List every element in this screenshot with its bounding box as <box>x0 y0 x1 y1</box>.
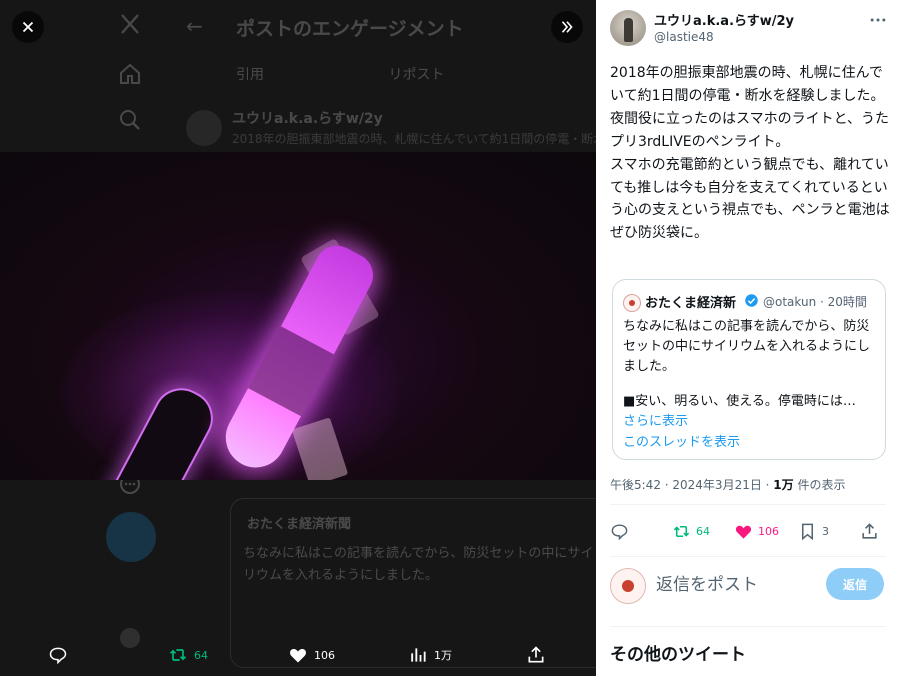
bg-author-name: ユウリa.k.a.らすw/2y <box>232 111 383 127</box>
divider <box>610 626 886 627</box>
more-options-icon[interactable] <box>868 10 888 30</box>
double-chevron-right-icon <box>561 21 573 33</box>
close-button[interactable] <box>12 11 44 43</box>
reply-submit-button[interactable]: 返信 <box>826 568 884 600</box>
quote-preview: ■安い、明るい、使える。停電時には… <box>623 394 856 409</box>
viewer-action-bar: 64 106 1万 <box>0 640 596 670</box>
divider <box>610 556 886 557</box>
quote-avatar <box>623 294 641 312</box>
bg-author-text: 2018年の胆振東部地震の時、札幌に住んでいて約1日間の停電・断水を経験 <box>232 132 596 146</box>
retweet-icon <box>169 649 187 661</box>
viewer-retweet-button[interactable]: 64 <box>168 640 208 670</box>
reply-button[interactable] <box>610 517 629 545</box>
author-name[interactable]: ユウリa.k.a.らすw/2y <box>654 10 794 29</box>
close-icon <box>22 21 34 33</box>
viewer-like-count: 106 <box>314 648 335 662</box>
tweet-panel: ユウリa.k.a.らすw/2y @lastie48 2018年の胆振東部地震の時… <box>596 0 900 676</box>
expand-panel-button[interactable] <box>551 11 583 43</box>
like-count: 106 <box>758 524 779 538</box>
heart-icon <box>735 525 752 539</box>
share-icon <box>528 646 544 663</box>
share-button[interactable] <box>860 517 879 545</box>
back-arrow-icon: ← <box>186 14 203 38</box>
show-more-link[interactable]: さらに表示 <box>623 410 688 429</box>
tab-reposts: リポスト <box>388 67 445 83</box>
quote-tweet-card[interactable]: おたくま経済新 @otakun · 20時間 ちなみに私はこの記事を読んでから、… <box>612 279 886 460</box>
author-avatar[interactable] <box>610 10 646 46</box>
reply-icon <box>611 523 628 540</box>
tweet-text: 2018年の胆振東部地震の時、札幌に住んでいて約1日間の停電・断水を経験しました… <box>610 65 890 242</box>
tweet-views: 1万 <box>773 478 794 492</box>
viewer-share-button[interactable] <box>526 640 546 670</box>
viewer-views-count: 1万 <box>434 649 452 662</box>
like-button[interactable]: 106 <box>734 517 779 545</box>
author-handle[interactable]: @lastie48 <box>654 30 714 44</box>
quote-meta: @otakun · 20時間 <box>763 295 867 309</box>
verified-badge-icon <box>745 294 758 307</box>
divider <box>610 504 886 505</box>
show-thread-link[interactable]: このスレッドを表示 <box>623 431 740 450</box>
heart-icon <box>290 649 306 663</box>
media-viewer: ← ポストのエンゲージメント 引用 リポスト ユウリa.k.a.らすw/2y 2… <box>0 0 596 676</box>
retweet-button[interactable]: 64 <box>672 517 710 545</box>
tweet-action-bar: 64 106 3 <box>610 517 886 545</box>
bookmark-icon <box>801 523 814 540</box>
quote-text: ちなみに私はこの記事を読んでから、防災セットの中にサイリウムを入れるようにしまし… <box>623 319 871 374</box>
viewer-views-button[interactable]: 1万 <box>408 640 452 670</box>
tab-quotes: 引用 <box>236 67 264 83</box>
bg-quote-text: ちなみに私はこの記事を読んでから、防災セットの中にサイリウムを入れるようにしまし… <box>243 546 594 583</box>
viewer-like-button[interactable]: 106 <box>288 640 335 670</box>
quote-author-name: おたくま経済新 <box>645 296 737 311</box>
retweet-icon <box>673 525 690 537</box>
viewer-reply-button[interactable] <box>48 640 68 670</box>
tweet-photo[interactable] <box>0 152 596 480</box>
search-icon <box>120 110 140 130</box>
avatar-figure <box>624 18 633 42</box>
more-tweets-heading: その他のツイート <box>610 645 746 665</box>
reply-avatar <box>610 568 646 604</box>
page-title: ポストのエンゲージメント <box>236 18 464 40</box>
bg-quote-name: おたくま経済新聞 <box>247 517 352 532</box>
reply-icon <box>49 647 67 665</box>
tweet-views-suffix: 件の表示 <box>793 478 846 492</box>
share-icon <box>862 522 877 539</box>
compose-icon <box>106 512 156 562</box>
x-logo-icon <box>121 14 139 34</box>
tweet-timestamp: 午後5:42 · 2024年3月21日 · 1万 件の表示 <box>610 476 845 493</box>
bg-author-avatar <box>186 110 222 146</box>
home-icon <box>120 63 140 84</box>
bookmark-button[interactable]: 3 <box>798 517 829 545</box>
retweet-count: 64 <box>696 524 710 538</box>
reply-input[interactable] <box>656 572 816 598</box>
engagement-tabs: 引用 リポスト <box>236 64 564 84</box>
viewer-retweet-count: 64 <box>194 648 208 662</box>
views-icon <box>411 648 426 662</box>
bookmark-count: 3 <box>822 524 829 538</box>
tweet-time-date[interactable]: 午後5:42 · 2024年3月21日 · <box>610 478 773 492</box>
